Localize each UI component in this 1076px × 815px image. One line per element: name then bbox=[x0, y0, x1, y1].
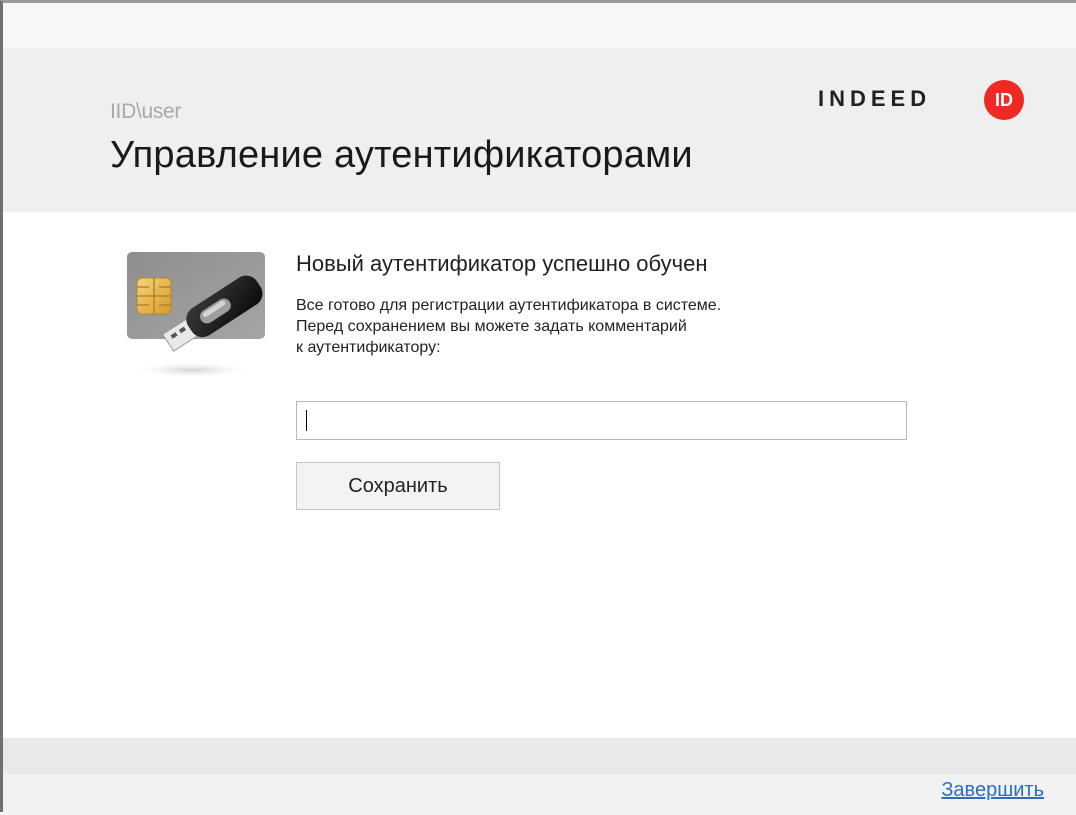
content-section: Новый аутентификатор успешно обучен Все … bbox=[296, 251, 721, 358]
success-title: Новый аутентификатор успешно обучен bbox=[296, 251, 708, 276]
footer: Завершить bbox=[3, 738, 1076, 815]
smartcard-usb-token-icon bbox=[127, 252, 265, 378]
save-button[interactable]: Сохранить bbox=[296, 462, 500, 510]
app-window: IID\user Управление аутентификаторами IN… bbox=[0, 0, 1076, 815]
top-strip bbox=[3, 3, 1076, 48]
page-title: Управление аутентификаторами bbox=[110, 134, 693, 176]
description-text: Все готово для регистрации аутентификато… bbox=[296, 297, 722, 356]
footer-band bbox=[3, 738, 1076, 774]
comment-input[interactable] bbox=[296, 401, 907, 440]
text-caret bbox=[306, 410, 307, 431]
logo-badge: ID bbox=[984, 80, 1024, 120]
finish-link[interactable]: Завершить bbox=[941, 779, 1044, 802]
logo-text: INDEED bbox=[818, 86, 932, 111]
username-label: IID\user bbox=[110, 100, 182, 123]
header: IID\user Управление аутентификаторами IN… bbox=[3, 48, 1076, 212]
